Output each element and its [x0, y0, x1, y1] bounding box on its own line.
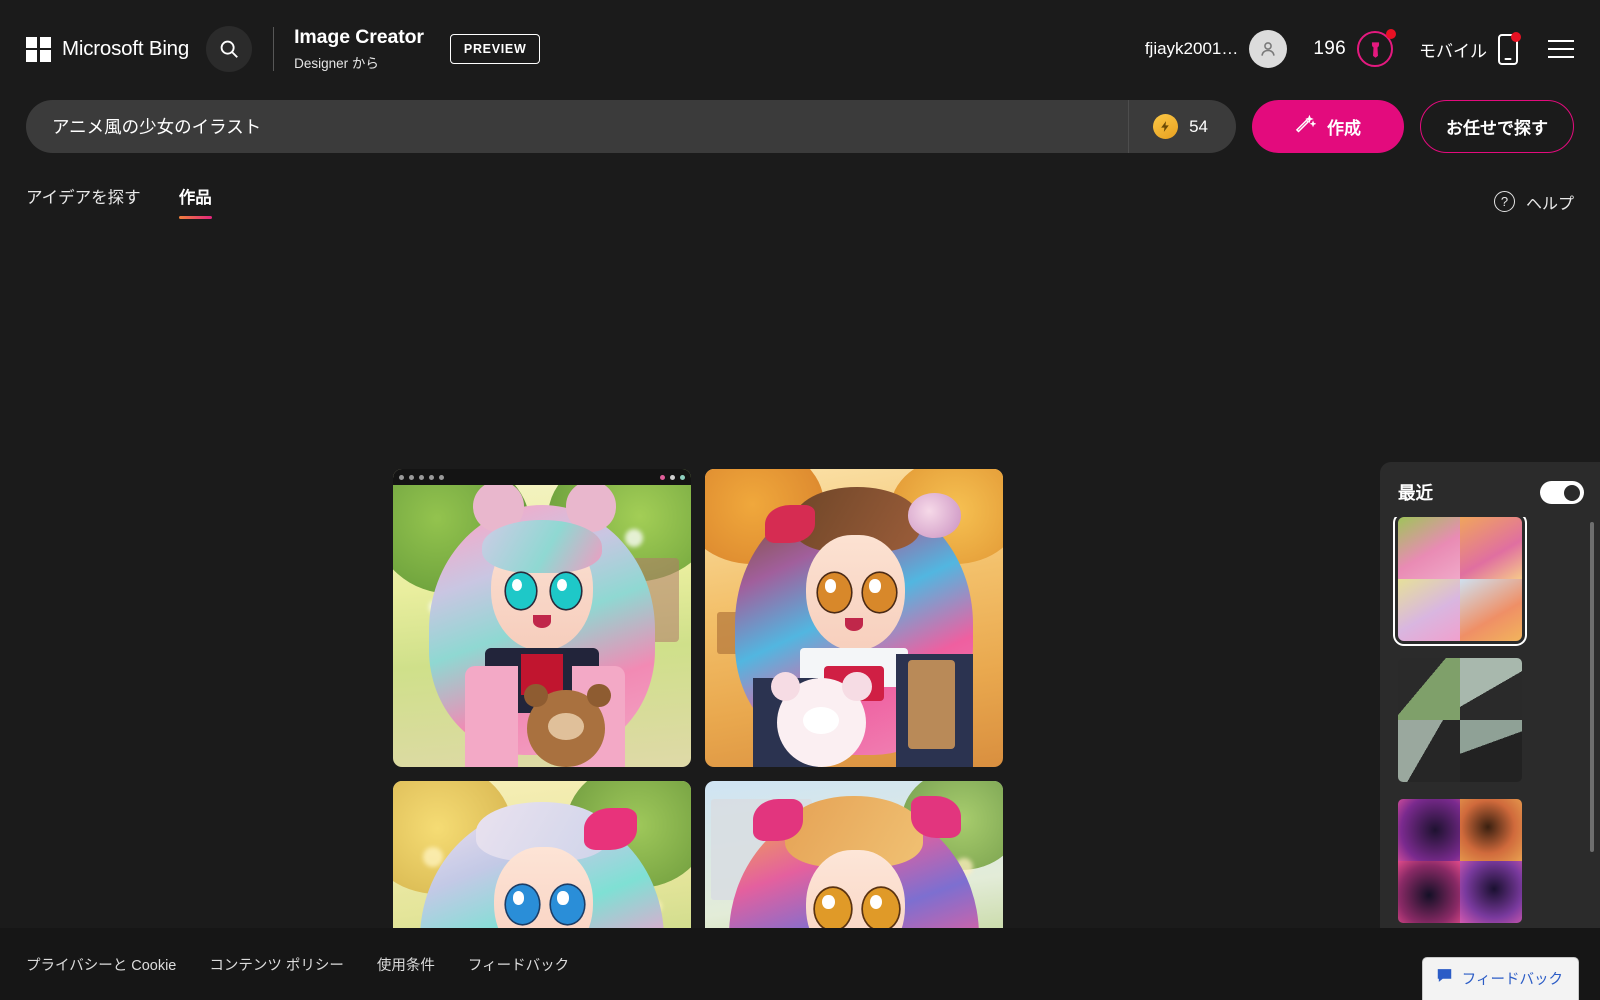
footer-link-privacy[interactable]: プライバシーと Cookie [26, 954, 176, 975]
result-image-1[interactable] [393, 469, 691, 767]
search-icon[interactable] [206, 26, 253, 72]
footer-link-feedback[interactable]: フィードバック [468, 954, 569, 975]
history-item-tuxedo-cats[interactable] [1398, 658, 1522, 782]
main-content: Designer Powered by DALL·E 3 最近 [0, 219, 1600, 1000]
sidebar-scrollbar[interactable] [1590, 522, 1594, 852]
footer: プライバシーと Cookie コンテンツ ポリシー 使用条件 フィードバック フ… [0, 928, 1600, 1000]
footer-link-content-policy[interactable]: コンテンツ ポリシー [209, 954, 344, 975]
results-area: Designer Powered by DALL·E 3 [393, 469, 1003, 1000]
account-name[interactable]: fjiayk2001… [1145, 39, 1239, 59]
app-title-block: Image Creator Designer から [294, 26, 424, 72]
rewards-count: 196 [1313, 38, 1346, 59]
mobile-notification-dot [1511, 31, 1521, 42]
results-grid [393, 469, 1003, 1000]
speech-bubble-icon [1436, 967, 1453, 989]
mobile-label[interactable]: モバイル [1419, 37, 1487, 62]
microsoft-grid-icon [26, 36, 51, 62]
top-header: Microsoft Bing Image Creator Designer から… [0, 0, 1600, 98]
result-image-2[interactable] [705, 469, 1003, 767]
sidebar-header: 最近 [1380, 462, 1600, 517]
tab-explore-ideas[interactable]: アイデアを探す [26, 184, 141, 219]
tabs-row: アイデアを探す 作品 ? ヘルプ [0, 184, 1600, 220]
boost-bolt-icon [1153, 114, 1179, 139]
create-button-label: 作成 [1327, 119, 1361, 138]
recent-sidebar: 最近 [1380, 462, 1600, 1000]
recent-toggle[interactable] [1540, 481, 1584, 504]
anime-girl-artwork-1 [393, 469, 691, 767]
history-item-neon-cats[interactable] [1398, 799, 1522, 923]
help-label: ヘルプ [1525, 195, 1574, 213]
boost-count: 54 [1189, 116, 1208, 136]
anime-girl-artwork-2 [705, 469, 1003, 767]
phone-icon[interactable] [1498, 31, 1521, 65]
magic-wand-icon [1295, 114, 1317, 140]
preview-badge: PREVIEW [449, 34, 541, 64]
rewards-badge[interactable] [1357, 29, 1396, 67]
prompt-bar[interactable]: 54 [26, 100, 1236, 153]
tab-creations[interactable]: 作品 [178, 184, 212, 220]
brand-label: Microsoft Bing [62, 37, 190, 60]
app-title: Image Creator [294, 25, 424, 48]
question-circle-icon: ? [1493, 191, 1515, 212]
feedback-widget[interactable]: フィードバック [1422, 958, 1578, 1000]
notification-dot [1386, 29, 1396, 39]
surprise-me-button[interactable]: お任せで探す [1420, 100, 1574, 153]
app-subtitle: Designer から [294, 56, 379, 72]
boost-counter[interactable]: 54 [1128, 100, 1236, 153]
help-link[interactable]: ? ヘルプ [1493, 190, 1574, 214]
sidebar-title: 最近 [1398, 483, 1433, 503]
bing-logo[interactable]: Microsoft Bing [26, 36, 190, 62]
avatar[interactable] [1249, 30, 1288, 68]
header-divider [273, 27, 275, 71]
create-button[interactable]: 作成 [1252, 100, 1404, 153]
drawing-app-toolbar-overlay [393, 469, 691, 485]
hamburger-icon[interactable] [1548, 39, 1574, 59]
history-item-anime-girls[interactable] [1393, 517, 1527, 646]
footer-link-terms[interactable]: 使用条件 [377, 954, 435, 975]
feedback-widget-label: フィードバック [1461, 971, 1563, 988]
prompt-row: 54 作成 お任せで探す [0, 100, 1600, 153]
header-right-cluster: fjiayk2001… 196 モバイル [1145, 29, 1574, 68]
prompt-input[interactable] [26, 116, 1129, 137]
